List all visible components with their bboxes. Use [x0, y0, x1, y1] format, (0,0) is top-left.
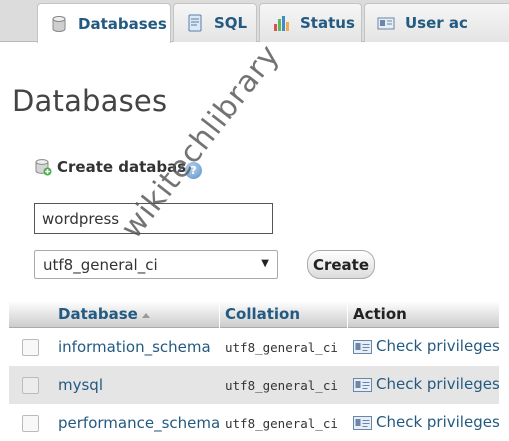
row-collation: utf8_general_ci: [225, 340, 338, 355]
database-name-link[interactable]: performance_schema: [58, 414, 220, 432]
tab-databases-label: Databases: [78, 14, 167, 33]
user-accounts-icon: [377, 14, 395, 32]
table-row: mysql utf8_general_ci Check privileges: [9, 366, 500, 404]
collation-select[interactable]: utf8_general_ci ▼: [34, 250, 278, 279]
collation-select-value: utf8_general_ci: [43, 255, 158, 274]
row-checkbox[interactable]: [22, 377, 39, 394]
tab-status-label: Status: [300, 14, 355, 32]
header-divider: [347, 301, 348, 328]
check-privileges-link[interactable]: Check privileges: [353, 413, 500, 431]
check-privileges-label: Check privileges: [376, 375, 500, 393]
row-checkbox[interactable]: [22, 415, 39, 432]
check-privileges-link[interactable]: Check privileges: [353, 337, 500, 355]
table-row: performance_schema utf8_general_ci Check…: [9, 404, 500, 441]
create-database-label: Create database: [57, 158, 197, 176]
database-name-link[interactable]: mysql: [58, 376, 103, 394]
database-name-link[interactable]: information_schema: [58, 338, 211, 356]
table-row: information_schema utf8_general_ci Check…: [9, 328, 500, 366]
header-collation[interactable]: Collation: [225, 305, 300, 323]
table-header: Database Collation Action: [9, 301, 499, 328]
page-title: Databases: [12, 84, 168, 118]
tab-user-accounts-label: User ac: [405, 14, 468, 32]
tab-status[interactable]: Status: [259, 3, 362, 42]
check-privileges-label: Check privileges: [376, 337, 500, 355]
tab-user-accounts[interactable]: User ac: [364, 3, 509, 42]
create-button[interactable]: Create: [307, 250, 375, 279]
privileges-icon: [353, 339, 372, 354]
row-checkbox[interactable]: [22, 339, 39, 356]
top-tab-bar: Databases SQL Status User ac: [0, 0, 509, 43]
database-name-input[interactable]: [34, 203, 273, 234]
privileges-icon: [353, 377, 372, 392]
dropdown-arrow-icon: ▼: [261, 258, 269, 269]
sort-ascending-icon[interactable]: [142, 313, 150, 318]
tab-databases[interactable]: Databases: [37, 3, 171, 43]
header-divider: [219, 301, 220, 328]
sql-icon: [186, 14, 204, 32]
status-chart-icon: [272, 14, 290, 32]
database-icon: [50, 15, 68, 33]
tab-sql-label: SQL: [214, 14, 248, 32]
check-privileges-label: Check privileges: [376, 413, 500, 431]
row-collation: utf8_general_ci: [225, 378, 338, 393]
tab-sql[interactable]: SQL: [173, 3, 257, 42]
privileges-icon: [353, 415, 372, 430]
header-action: Action: [353, 305, 407, 323]
new-database-icon: [34, 158, 52, 176]
create-database-heading: Create database: [34, 158, 196, 176]
check-privileges-link[interactable]: Check privileges: [353, 375, 500, 393]
help-icon[interactable]: ?: [185, 162, 202, 179]
databases-table: Database Collation Action information_sc…: [9, 301, 500, 441]
row-collation: utf8_general_ci: [225, 416, 338, 431]
header-database[interactable]: Database: [58, 305, 138, 323]
